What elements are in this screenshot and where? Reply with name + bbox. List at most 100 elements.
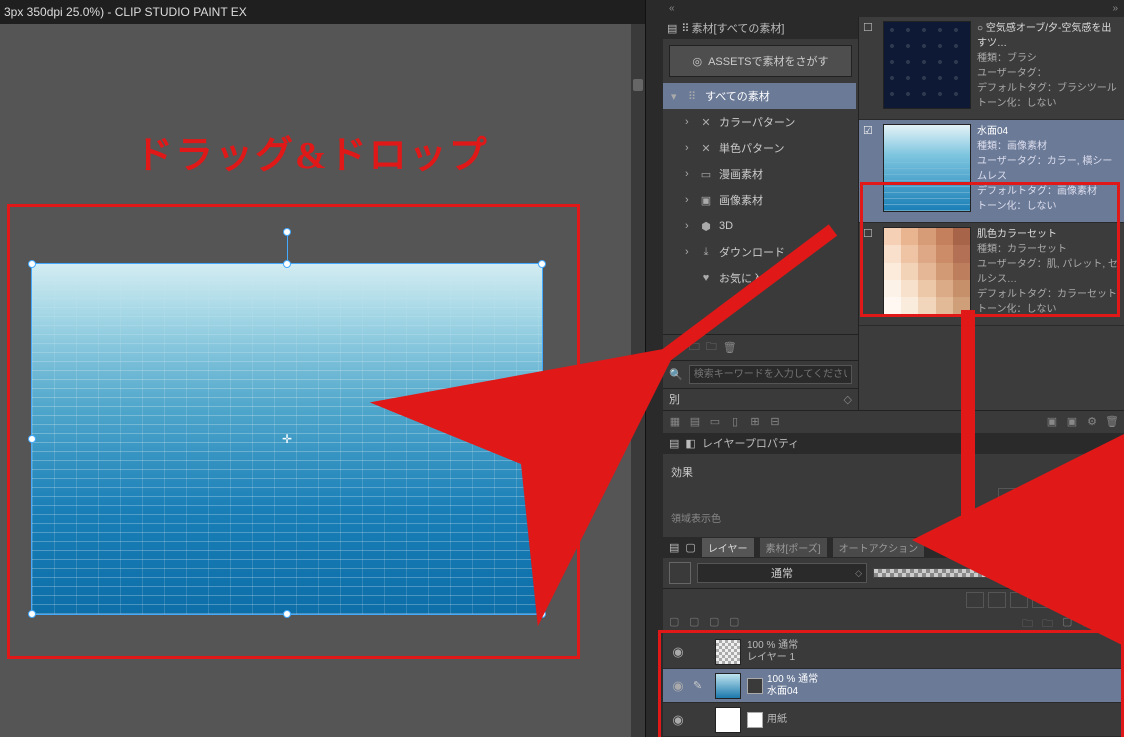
blend-mode-select[interactable]: 通常 — [697, 563, 867, 583]
visibility-eye-icon[interactable]: ◉ — [669, 644, 687, 660]
gear-icon[interactable]: ⚙ — [1084, 415, 1100, 428]
resize-handle-bl[interactable] — [28, 610, 36, 618]
material-checkbox[interactable]: ☐ — [863, 227, 877, 317]
visibility-eye-icon[interactable]: ◉ — [669, 712, 687, 728]
layer-thumbnail-paper — [715, 707, 741, 733]
effect-icon[interactable] — [1038, 488, 1056, 504]
view-icon[interactable]: ▭ — [707, 415, 723, 428]
layer-thumbnail — [715, 639, 741, 665]
new-layer-icon[interactable]: ▢ — [669, 615, 685, 629]
tree-item-color-pattern[interactable]: ›✕カラーパターン — [663, 109, 856, 135]
effect-icon[interactable] — [1058, 488, 1076, 504]
opacity-slider[interactable] — [873, 568, 1078, 578]
merge-icon[interactable]: ▢ — [1062, 615, 1078, 629]
material-item-selected[interactable]: ☑ ✎ 水面04 種類：画像素材 ユーザータグ：カラー, 横シームレス デフォル… — [859, 120, 1124, 223]
action-icon[interactable]: ▣ — [1044, 415, 1060, 428]
cube-icon: ⬢ — [699, 219, 713, 233]
layer-lock-icon[interactable] — [1076, 592, 1094, 608]
material-checkbox[interactable]: ☐ — [863, 21, 877, 111]
dropdown-icon[interactable]: ◇ — [844, 393, 852, 406]
view-icon[interactable]: ▯ — [727, 415, 743, 428]
tree-item-image[interactable]: ›▣画像素材 — [663, 187, 856, 213]
paste-icon[interactable]: 📋 — [669, 341, 683, 354]
tab-layers[interactable]: レイヤー — [702, 538, 754, 557]
tree-item-favorite[interactable]: ♥お気に入り — [663, 265, 856, 291]
visibility-eye-icon[interactable]: ◉ — [669, 678, 687, 694]
layer-row[interactable]: ◉ 用紙 — [663, 703, 1124, 737]
view-icon[interactable]: ▤ — [687, 415, 703, 428]
layer-name: レイヤー 1 — [747, 652, 798, 664]
menu-icon[interactable]: ▤ — [669, 437, 679, 450]
layer-action-icon[interactable]: ▢ — [709, 615, 725, 629]
material-folder-tree: ▾ ⠿ すべての素材 ›✕カラーパターン ›✕単色パターン ›▭漫画素材 ›▣画… — [663, 83, 858, 334]
material-kind: 種類：ブラシ — [977, 51, 1120, 66]
material-item[interactable]: ☐ 肌色カラーセット 種類：カラーセ — [859, 223, 1124, 326]
resize-handle-tc[interactable] — [283, 260, 291, 268]
layer-lock-icon[interactable] — [1032, 592, 1050, 608]
action-icon[interactable]: ▣ — [1064, 415, 1080, 428]
layer-action-icon[interactable]: ▢ — [729, 615, 745, 629]
panel-icon: ◧ — [685, 437, 695, 450]
layer-lock-icon[interactable] — [988, 592, 1006, 608]
tab-material-pose[interactable]: 素材[ポーズ] — [760, 538, 827, 557]
panel-divider[interactable] — [645, 0, 663, 737]
material-usertag: ユーザータグ：カラー, 横シームレス — [977, 154, 1120, 184]
new-layer-icon[interactable]: ▢ — [689, 615, 705, 629]
resize-handle-tl[interactable] — [28, 260, 36, 268]
layer-lock-icon[interactable] — [966, 592, 984, 608]
collapse-icon[interactable]: « — [669, 3, 675, 14]
effect-icon[interactable] — [1078, 488, 1096, 504]
download-icon: ⤓ — [699, 245, 713, 259]
grip-icon[interactable]: ⠿ — [681, 22, 687, 35]
opacity-value[interactable]: 100▸ — [1084, 563, 1118, 583]
rotate-handle[interactable] — [283, 228, 291, 236]
canvas-area[interactable]: ドラッグ&ドロップ ✛ — [0, 24, 645, 737]
folder-new-icon[interactable]: 🗀 — [689, 338, 700, 357]
material-search-input[interactable] — [689, 365, 852, 384]
view-icon[interactable]: ⊞ — [747, 415, 763, 428]
folder-icon[interactable]: 🗀 — [1042, 615, 1058, 629]
merge-icon[interactable]: ▢ — [1082, 615, 1098, 629]
trash-icon[interactable]: 🗑 — [723, 341, 737, 354]
tree-item-download[interactable]: ›⤓ダウンロード — [663, 239, 856, 265]
folder-icon[interactable]: 🗀 — [706, 338, 717, 357]
layer-row[interactable]: ◉ 100 % 通常 レイヤー 1 — [663, 635, 1124, 669]
resize-handle-ml[interactable] — [28, 435, 36, 443]
view-icon[interactable]: ⊟ — [767, 415, 783, 428]
layer-row-selected[interactable]: ◉ ✎ 100 % 通常 水面04 — [663, 669, 1124, 703]
layer-color-indicator[interactable] — [1098, 591, 1118, 609]
tree-item-3d[interactable]: ›⬢3D — [663, 213, 856, 239]
material-defaulttag: デフォルトタグ：画像素材 — [977, 184, 1120, 199]
effect-icon[interactable] — [1098, 488, 1116, 504]
assets-search-button[interactable]: ◎ ASSETSで素材をさがす — [669, 45, 852, 77]
material-title: 肌色カラーセット — [977, 227, 1120, 242]
resize-handle-bc[interactable] — [283, 610, 291, 618]
menu-icon[interactable]: ▤ — [669, 541, 679, 554]
vertical-scrollbar[interactable] — [631, 24, 645, 737]
tree-root-all-materials[interactable]: ▾ ⠿ すべての素材 — [663, 83, 856, 109]
layer-palette-button[interactable] — [669, 562, 691, 584]
tab-auto-action[interactable]: オートアクション — [833, 538, 925, 557]
placed-material-transform[interactable]: ✛ — [32, 264, 542, 614]
layer-property-tab[interactable]: ▤ ◧ レイヤープロパティ — [663, 433, 1124, 454]
material-checkbox-checked[interactable]: ☑ — [863, 124, 877, 214]
collapse-icon-right[interactable]: » — [1112, 3, 1118, 14]
trash-icon[interactable]: 🗑 — [1104, 415, 1120, 428]
layer-lock-icon[interactable] — [1054, 592, 1072, 608]
transform-center-icon[interactable]: ✛ — [281, 433, 293, 445]
tree-item-mono-pattern[interactable]: ›✕単色パターン — [663, 135, 856, 161]
resize-handle-br[interactable] — [538, 610, 546, 618]
effect-icon[interactable] — [1018, 488, 1036, 504]
resize-handle-tr[interactable] — [538, 260, 546, 268]
trash-icon[interactable]: 🗑 — [1102, 615, 1118, 629]
tree-item-manga[interactable]: ›▭漫画素材 — [663, 161, 856, 187]
layer-lock-icon[interactable] — [1010, 592, 1028, 608]
materials-panel-tab[interactable]: ▤ ⠿ 素材[すべての素材] — [663, 17, 858, 39]
menu-icon[interactable]: ▤ — [667, 22, 677, 35]
folder-icon[interactable]: 🗀 — [1022, 615, 1038, 629]
resize-handle-mr[interactable] — [538, 435, 546, 443]
view-icon[interactable]: ▦ — [667, 415, 683, 428]
material-item[interactable]: ☐ ○ 空気感オーブ/夕-空気感を出すツ… 種類：ブラシ ユーザータグ： デフォ… — [859, 17, 1124, 120]
pattern-icon: ✕ — [699, 115, 713, 129]
effect-icon[interactable] — [998, 488, 1016, 504]
